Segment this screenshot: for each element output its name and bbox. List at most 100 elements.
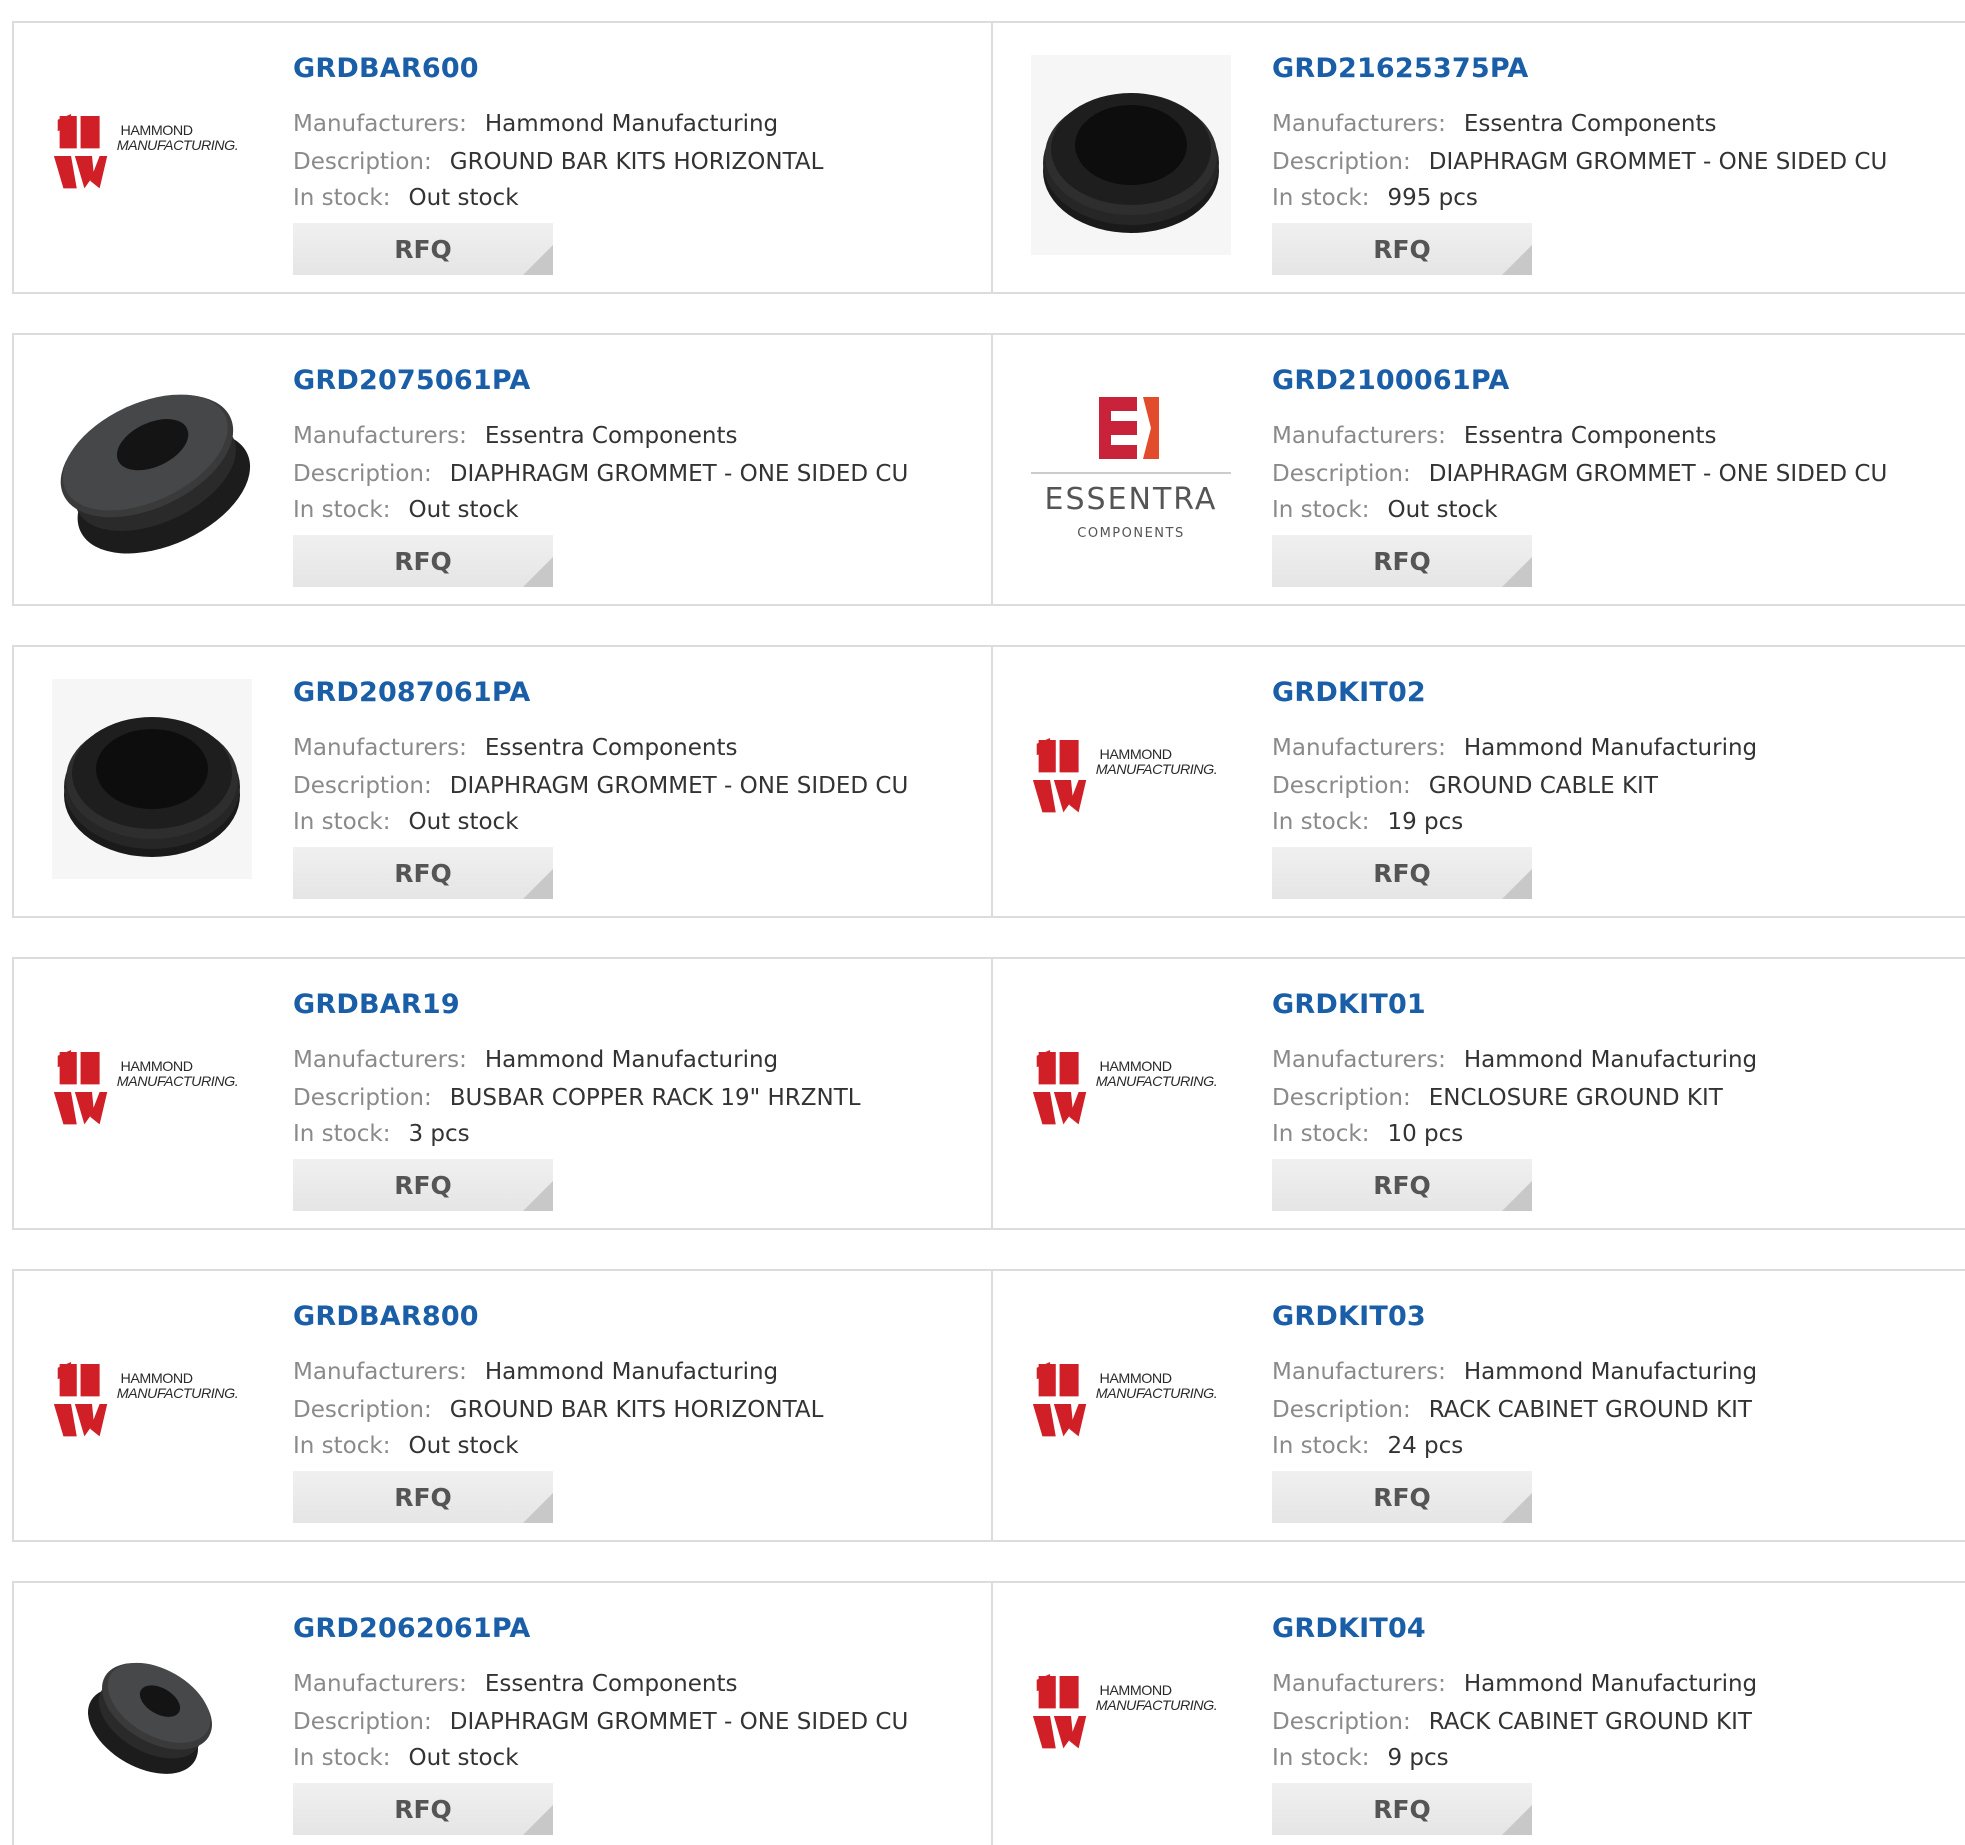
part-number-link[interactable]: GRD2087061PA xyxy=(293,677,530,708)
part-number-link[interactable]: GRD21625375PA xyxy=(1272,53,1528,84)
description-line: Description: DIAPHRAGM GROMMET - ONE SIDE… xyxy=(1272,149,1887,175)
rfq-button[interactable]: RFQ xyxy=(1272,847,1532,899)
part-number-link[interactable]: GRDKIT03 xyxy=(1272,1301,1426,1332)
part-number-link[interactable]: GRDKIT04 xyxy=(1272,1613,1426,1644)
rfq-button[interactable]: RFQ xyxy=(293,223,553,275)
manufacturer-line: Manufacturers: Hammond Manufacturing xyxy=(293,111,778,137)
description-line-value: GROUND BAR KITS HORIZONTAL xyxy=(449,1397,824,1423)
manufacturer-line: Manufacturers: Hammond Manufacturing xyxy=(1272,1359,1757,1385)
stock-line: In stock: Out stock xyxy=(293,1745,519,1771)
product-image[interactable] xyxy=(1031,55,1231,255)
rfq-button[interactable]: RFQ xyxy=(293,535,553,587)
essentra-logo[interactable]: ESSENTRA COMPONENTS xyxy=(1031,367,1231,567)
stock-line: In stock: Out stock xyxy=(293,497,519,523)
part-number-link[interactable]: GRD2075061PA xyxy=(293,365,530,396)
stock-line-value: 9 pcs xyxy=(1387,1745,1449,1771)
stock-line-value: 19 pcs xyxy=(1387,809,1464,835)
rfq-label: RFQ xyxy=(1373,858,1431,888)
product-image[interactable] xyxy=(52,367,252,567)
description-line-value: GROUND CABLE KIT xyxy=(1428,773,1658,799)
manufacturer-line-label: Manufacturers: xyxy=(1272,1671,1446,1697)
product-grid: HAMMOND MANUFACTURING. GRDBAR600 Manufact… xyxy=(0,0,1965,1845)
part-number-link[interactable]: GRDBAR19 xyxy=(293,989,460,1020)
corner-triangle-icon xyxy=(523,557,553,587)
rfq-button[interactable]: RFQ xyxy=(1272,535,1532,587)
part-number-link[interactable]: GRDKIT02 xyxy=(1272,677,1426,708)
product-card: HAMMOND MANUFACTURING. GRDKIT02 Manufactu… xyxy=(991,647,1965,916)
description-line-label: Description: xyxy=(1272,461,1411,487)
hammond-logo[interactable]: HAMMOND MANUFACTURING. xyxy=(52,55,252,255)
rfq-button[interactable]: RFQ xyxy=(293,1159,553,1211)
svg-text:MANUFACTURING.: MANUFACTURING. xyxy=(117,1386,238,1402)
manufacturer-line: Manufacturers: Hammond Manufacturing xyxy=(1272,735,1757,761)
manufacturer-line-value: Essentra Components xyxy=(484,1671,738,1697)
description-line-label: Description: xyxy=(293,1085,432,1111)
description-line: Description: GROUND CABLE KIT xyxy=(1272,773,1658,799)
product-row: GRD2087061PA Manufacturers: Essentra Compo… xyxy=(12,645,1965,918)
manufacturer-line-value: Essentra Components xyxy=(1463,111,1717,137)
description-line-label: Description: xyxy=(293,461,432,487)
rfq-label: RFQ xyxy=(1373,1482,1431,1512)
product-card: ESSENTRA COMPONENTS GRD2100061PA Manufact… xyxy=(991,335,1965,604)
description-line-label: Description: xyxy=(293,1709,432,1735)
part-number-link[interactable]: GRD2062061PA xyxy=(293,1613,530,1644)
description-line-value: RACK CABINET GROUND KIT xyxy=(1428,1709,1752,1735)
rfq-button[interactable]: RFQ xyxy=(293,1783,553,1835)
hammond-logo[interactable]: HAMMOND MANUFACTURING. xyxy=(1031,1303,1231,1503)
product-card: HAMMOND MANUFACTURING. GRDKIT04 Manufactu… xyxy=(991,1583,1965,1845)
stock-line-value: Out stock xyxy=(408,185,519,211)
manufacturer-line-value: Hammond Manufacturing xyxy=(484,1359,779,1385)
svg-text:HAMMOND: HAMMOND xyxy=(1100,1683,1172,1699)
corner-triangle-icon xyxy=(523,1805,553,1835)
product-image[interactable] xyxy=(52,679,252,879)
description-line-label: Description: xyxy=(1272,1085,1411,1111)
rfq-button[interactable]: RFQ xyxy=(293,1471,553,1523)
stock-line-value: Out stock xyxy=(408,1745,519,1771)
rfq-button[interactable]: RFQ xyxy=(1272,1159,1532,1211)
rfq-button[interactable]: RFQ xyxy=(293,847,553,899)
description-line-value: GROUND BAR KITS HORIZONTAL xyxy=(449,149,824,175)
part-number-link[interactable]: GRDBAR600 xyxy=(293,53,479,84)
product-card: HAMMOND MANUFACTURING. GRDBAR19 Manufactu… xyxy=(14,959,991,1228)
manufacturer-line-value: Hammond Manufacturing xyxy=(1463,1047,1758,1073)
stock-line: In stock: 19 pcs xyxy=(1272,809,1463,835)
hammond-logo[interactable]: HAMMOND MANUFACTURING. xyxy=(1031,991,1231,1191)
description-line-label: Description: xyxy=(293,1397,432,1423)
rfq-button[interactable]: RFQ xyxy=(1272,223,1532,275)
svg-text:HAMMOND: HAMMOND xyxy=(1100,1371,1172,1387)
stock-line-label: In stock: xyxy=(293,1121,391,1147)
stock-line-label: In stock: xyxy=(293,1745,391,1771)
hammond-logo[interactable]: HAMMOND MANUFACTURING. xyxy=(1031,679,1231,879)
description-line-label: Description: xyxy=(293,773,432,799)
manufacturer-line-label: Manufacturers: xyxy=(293,1671,467,1697)
hammond-logo[interactable]: HAMMOND MANUFACTURING. xyxy=(52,991,252,1191)
corner-triangle-icon xyxy=(1502,1493,1532,1523)
rfq-label: RFQ xyxy=(394,234,452,264)
stock-line: In stock: Out stock xyxy=(293,185,519,211)
manufacturer-line: Manufacturers: Essentra Components xyxy=(1272,111,1716,137)
stock-line-label: In stock: xyxy=(293,1433,391,1459)
rfq-label: RFQ xyxy=(394,1482,452,1512)
part-number-link[interactable]: GRDBAR800 xyxy=(293,1301,479,1332)
manufacturer-line-label: Manufacturers: xyxy=(293,735,467,761)
rfq-button[interactable]: RFQ xyxy=(1272,1783,1532,1835)
hammond-logo[interactable]: HAMMOND MANUFACTURING. xyxy=(52,1303,252,1503)
svg-text:COMPONENTS: COMPONENTS xyxy=(1077,526,1184,541)
manufacturer-line-label: Manufacturers: xyxy=(293,423,467,449)
description-line: Description: RACK CABINET GROUND KIT xyxy=(1272,1397,1752,1423)
hammond-logo[interactable]: HAMMOND MANUFACTURING. xyxy=(1031,1615,1231,1815)
stock-line-value: Out stock xyxy=(408,1433,519,1459)
stock-line-label: In stock: xyxy=(293,809,391,835)
description-line-value: RACK CABINET GROUND KIT xyxy=(1428,1397,1752,1423)
stock-line-label: In stock: xyxy=(1272,185,1370,211)
manufacturer-line-value: Essentra Components xyxy=(484,423,738,449)
part-number-link[interactable]: GRDKIT01 xyxy=(1272,989,1426,1020)
product-card: HAMMOND MANUFACTURING. GRDBAR600 Manufact… xyxy=(14,23,991,292)
svg-text:MANUFACTURING.: MANUFACTURING. xyxy=(1096,1698,1217,1714)
product-image[interactable] xyxy=(52,1615,252,1815)
stock-line: In stock: 24 pcs xyxy=(1272,1433,1463,1459)
part-number-link[interactable]: GRD2100061PA xyxy=(1272,365,1509,396)
rfq-button[interactable]: RFQ xyxy=(1272,1471,1532,1523)
description-line: Description: RACK CABINET GROUND KIT xyxy=(1272,1709,1752,1735)
description-line-label: Description: xyxy=(293,149,432,175)
